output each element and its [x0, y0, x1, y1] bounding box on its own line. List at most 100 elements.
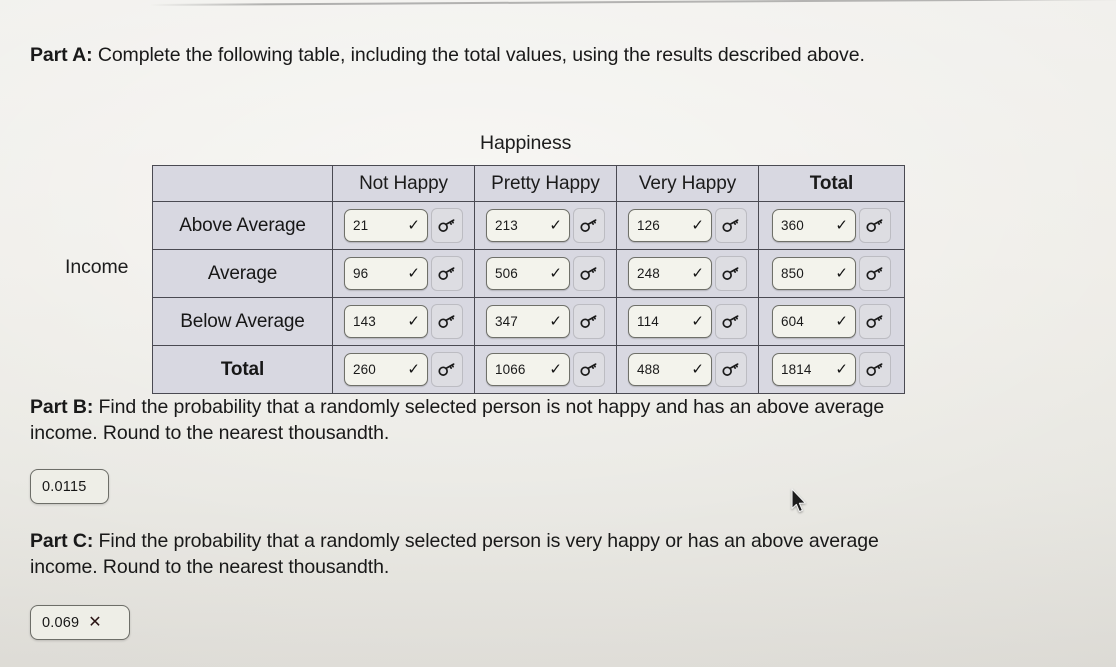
key-button[interactable]: [431, 352, 463, 387]
key-icon: [438, 362, 455, 376]
key-icon: [866, 218, 883, 232]
key-button[interactable]: [431, 304, 463, 339]
table-cell: 850 ✓: [758, 249, 905, 298]
table-cell: 21 ✓: [332, 201, 475, 250]
cell-input-value: 1814: [781, 362, 812, 377]
table-cell: 213 ✓: [474, 201, 617, 250]
key-button[interactable]: [431, 256, 463, 291]
table-cell: 126 ✓: [616, 201, 759, 250]
key-icon: [580, 314, 597, 328]
cell-input-value: 488: [637, 362, 660, 377]
key-button[interactable]: [431, 208, 463, 243]
correct-check-icon: ✓: [407, 361, 420, 378]
cell-input-average-pretty-happy[interactable]: 506 ✓: [486, 257, 570, 290]
table-cell: 143 ✓: [332, 297, 475, 346]
correct-check-icon: ✓: [691, 361, 704, 378]
table-cell: 604 ✓: [758, 297, 905, 346]
cell-input-value: 114: [637, 314, 659, 329]
part-b-answer-input[interactable]: 0.0115: [30, 469, 109, 504]
correct-check-icon: ✓: [691, 217, 704, 234]
two-way-table: Not Happy Pretty Happy Very Happy Total …: [152, 165, 905, 394]
cell-input-value: 260: [353, 362, 376, 377]
cell-input-below-average-not-happy[interactable]: 143 ✓: [344, 305, 428, 338]
cell-input-value: 213: [495, 218, 518, 233]
cell-input-average-very-happy[interactable]: 248 ✓: [628, 257, 712, 290]
key-button[interactable]: [715, 352, 747, 387]
cell-input-below-average-very-happy[interactable]: 114 ✓: [628, 305, 712, 338]
key-button[interactable]: [715, 256, 747, 291]
table-cell: 1066 ✓: [474, 345, 617, 394]
part-a-label: Part A:: [30, 44, 93, 66]
key-button[interactable]: [715, 208, 747, 243]
happiness-group-label: Happiness: [480, 132, 572, 154]
cell-input-below-average-total[interactable]: 604 ✓: [772, 305, 856, 338]
key-icon: [722, 314, 739, 328]
answer-group: 21 ✓: [333, 208, 474, 243]
key-icon: [866, 314, 883, 328]
cell-input-total-total[interactable]: 1814 ✓: [772, 353, 856, 386]
key-icon: [866, 266, 883, 280]
key-button[interactable]: [573, 208, 605, 243]
table-cell: 114 ✓: [616, 297, 759, 346]
table-cell: 248 ✓: [616, 249, 759, 298]
key-icon: [580, 266, 597, 280]
table-cell: 260 ✓: [332, 345, 475, 394]
cell-input-above-average-very-happy[interactable]: 126 ✓: [628, 209, 712, 242]
row-header-below-average: Below Average: [152, 297, 333, 346]
key-button[interactable]: [573, 256, 605, 291]
answer-group: 1066 ✓: [475, 352, 616, 387]
key-button[interactable]: [573, 352, 605, 387]
answer-group: 213 ✓: [475, 208, 616, 243]
table-cell: 360 ✓: [758, 201, 905, 250]
answer-group: 114 ✓: [617, 304, 758, 339]
cell-input-value: 604: [781, 314, 804, 329]
column-header-pretty-happy: Pretty Happy: [474, 165, 617, 202]
key-icon: [722, 218, 739, 232]
correct-check-icon: ✓: [549, 361, 562, 378]
correct-check-icon: ✓: [835, 265, 848, 282]
cell-input-average-not-happy[interactable]: 96 ✓: [344, 257, 428, 290]
answer-group: 248 ✓: [617, 256, 758, 291]
worksheet-content: Part A: Complete the following table, in…: [0, 0, 1116, 667]
correct-check-icon: ✓: [691, 265, 704, 282]
part-b-prompt: Part B: Find the probability that a rand…: [30, 395, 935, 446]
answer-group: 96 ✓: [333, 256, 474, 291]
cell-input-above-average-pretty-happy[interactable]: 213 ✓: [486, 209, 570, 242]
key-button[interactable]: [715, 304, 747, 339]
cell-input-total-not-happy[interactable]: 260 ✓: [344, 353, 428, 386]
cell-input-value: 506: [495, 266, 518, 281]
cell-input-average-total[interactable]: 850 ✓: [772, 257, 856, 290]
table-corner-cell: [152, 165, 333, 202]
table-cell: 347 ✓: [474, 297, 617, 346]
mouse-pointer-icon: [791, 488, 806, 513]
part-c-answer-input[interactable]: 0.069 ✕: [30, 605, 130, 640]
cell-input-value: 21: [353, 218, 369, 233]
key-icon: [580, 362, 597, 376]
row-header-average: Average: [152, 249, 333, 298]
cell-input-above-average-not-happy[interactable]: 21 ✓: [344, 209, 428, 242]
cell-input-value: 96: [353, 266, 369, 281]
correct-check-icon: ✓: [835, 361, 848, 378]
key-button[interactable]: [859, 208, 891, 243]
key-button[interactable]: [573, 304, 605, 339]
correct-check-icon: ✓: [549, 313, 562, 330]
cell-input-value: 347: [495, 314, 518, 329]
cell-input-total-very-happy[interactable]: 488 ✓: [628, 353, 712, 386]
column-header-very-happy: Very Happy: [616, 165, 759, 202]
column-header-not-happy: Not Happy: [332, 165, 475, 202]
cell-input-above-average-total[interactable]: 360 ✓: [772, 209, 856, 242]
key-button[interactable]: [859, 256, 891, 291]
part-c-answer-value: 0.069: [42, 614, 80, 631]
key-button[interactable]: [859, 304, 891, 339]
correct-check-icon: ✓: [691, 313, 704, 330]
answer-group: 488 ✓: [617, 352, 758, 387]
key-icon: [580, 218, 597, 232]
part-c-prompt: Part C: Find the probability that a rand…: [30, 529, 935, 580]
answer-group: 604 ✓: [759, 304, 904, 339]
cell-input-value: 126: [637, 218, 660, 233]
key-button[interactable]: [859, 352, 891, 387]
correct-check-icon: ✓: [407, 265, 420, 282]
correct-check-icon: ✓: [549, 265, 562, 282]
cell-input-below-average-pretty-happy[interactable]: 347 ✓: [486, 305, 570, 338]
cell-input-total-pretty-happy[interactable]: 1066 ✓: [486, 353, 570, 386]
